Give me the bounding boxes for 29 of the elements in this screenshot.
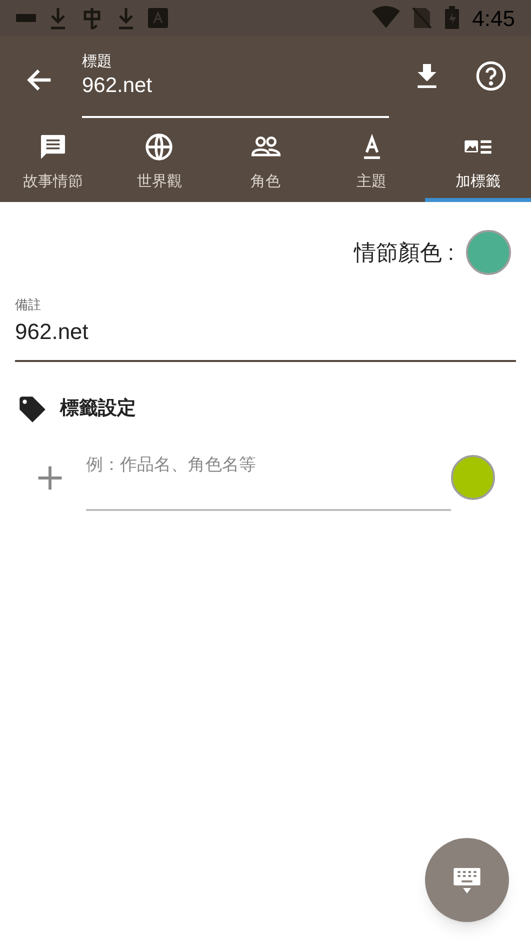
title-value: 962.net bbox=[82, 73, 154, 99]
section-title: 標籤設定 bbox=[60, 396, 136, 421]
download-icon bbox=[48, 6, 68, 30]
wifi-icon bbox=[372, 6, 400, 30]
help-icon bbox=[475, 60, 507, 92]
plus-icon bbox=[36, 464, 64, 492]
no-sim-icon bbox=[412, 6, 432, 30]
tab[interactable]: 角色 bbox=[212, 126, 319, 202]
tab[interactable]: 主題 bbox=[318, 126, 425, 202]
color-swatch[interactable] bbox=[466, 230, 511, 275]
battery-charging-icon bbox=[444, 6, 460, 30]
tab[interactable]: 加標籤 bbox=[424, 126, 531, 202]
note-field[interactable]: 備註 962.net bbox=[15, 295, 516, 362]
globe-icon bbox=[143, 130, 176, 163]
title-label: 標題 bbox=[82, 52, 113, 72]
status-time: 4:45 bbox=[472, 4, 515, 32]
help-button[interactable] bbox=[475, 60, 507, 92]
download-icon bbox=[116, 6, 136, 30]
note-value: 962.net bbox=[15, 318, 90, 346]
plot-color-label: 情節顏色 : bbox=[354, 239, 454, 267]
tab[interactable]: 故事情節 bbox=[0, 126, 106, 202]
add-button[interactable] bbox=[36, 464, 64, 492]
note-label: 備註 bbox=[15, 296, 42, 314]
tag-input[interactable]: 例：作品名、角色名等 bbox=[86, 444, 451, 510]
app-icon bbox=[148, 8, 168, 28]
title-field[interactable]: 標題 962.net bbox=[82, 52, 389, 118]
color-swatch[interactable] bbox=[450, 455, 495, 500]
tab[interactable]: 世界觀 bbox=[106, 126, 212, 202]
tag-icon bbox=[17, 394, 48, 424]
